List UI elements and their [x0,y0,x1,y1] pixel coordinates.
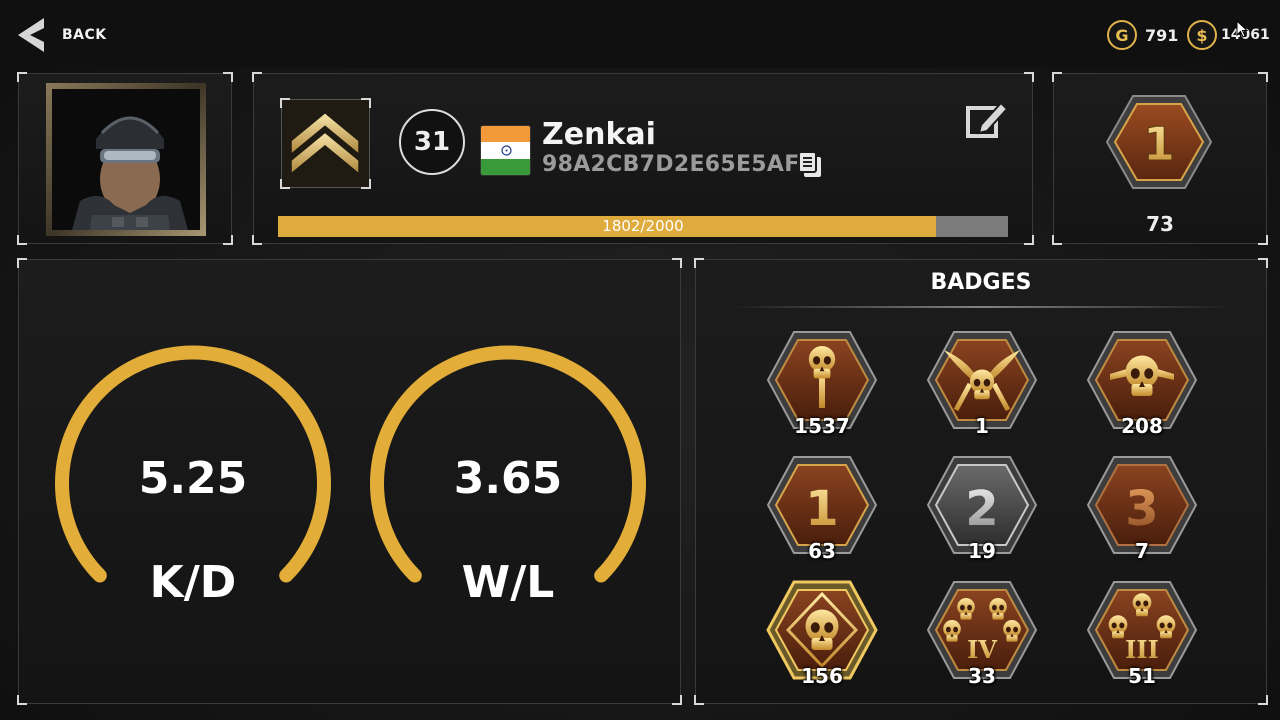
svg-text:1: 1 [1143,117,1175,171]
xp-progress-bar: 1802/2000 [278,216,1008,237]
badge-count: 19 [968,539,996,563]
badge-count: 51 [1128,664,1156,688]
india-flag-icon [480,125,531,176]
stats-panel: 5.25 K/D 3.65 W/L [17,258,682,705]
badge-count: 208 [1121,414,1163,438]
ashoka-chakra-icon [501,145,512,156]
badge-count: 1537 [794,414,850,438]
badge-rank-1[interactable]: 1 63 [762,455,882,575]
badge-count: 156 [801,664,843,688]
mouse-cursor-icon [1236,20,1248,38]
rank-insignia [280,98,371,189]
rank-1-badge-icon: 1 [1105,95,1213,189]
soldier-portrait-icon [52,89,200,230]
kd-label: K/D [149,557,237,608]
player-id: 98A2CB7D2E65E5AF [542,152,800,177]
badge-skull[interactable]: 1537 [762,330,882,450]
avatar[interactable] [46,83,206,236]
rank-count: 73 [1146,212,1174,236]
badges-panel: BADGES 1537 1 208 1 63 2 19 3 7 156 IV 3… [694,258,1268,705]
badge-count: 7 [1135,539,1149,563]
avatar-panel [17,72,233,245]
cash-currency: $ 14061 [1187,20,1270,50]
gold-amount: 791 [1145,25,1179,45]
badge-count: 1 [975,414,989,438]
badges-divider [732,306,1232,308]
svg-text:1: 1 [805,481,838,537]
svg-text:3: 3 [1125,481,1158,537]
copy-icon[interactable] [797,151,823,179]
badge-crossed-knives[interactable]: 1 [922,330,1042,450]
badge-four-skulls[interactable]: IV 33 [922,580,1042,700]
gold-currency: G 791 [1107,20,1178,50]
profile-panel: 31 Zenkai 98A2CB7D2E65E5AF 1802/2000 [252,72,1034,245]
sergeant-chevron-icon [291,113,359,173]
xp-progress-text: 1802/2000 [602,217,684,235]
cash-coin-icon: $ [1187,20,1217,50]
back-button[interactable]: BACK [16,18,107,52]
badge-count: 63 [808,539,836,563]
badges-title: BADGES [930,270,1032,295]
player-name: Zenkai [542,117,656,152]
back-label: BACK [62,27,107,43]
badge-count: 33 [968,664,996,688]
svg-text:IV: IV [967,635,997,664]
svg-text:III: III [1125,635,1159,664]
wl-value: 3.65 [453,453,563,504]
badge-rank-2[interactable]: 2 19 [922,455,1042,575]
rank-panel: 1 73 [1052,72,1268,245]
badge-three-skulls[interactable]: III 51 [1082,580,1202,700]
badge-crosshair-skull[interactable]: 156 [762,580,882,700]
back-arrow-icon [18,18,44,52]
player-level: 31 [399,109,465,175]
gold-coin-icon: G [1107,20,1137,50]
kd-value: 5.25 [138,453,248,504]
top-bar: BACK G 791 $ 14061 [0,0,1280,68]
edit-icon[interactable] [965,99,1009,141]
badge-rank-3[interactable]: 3 7 [1082,455,1202,575]
wl-label: W/L [461,557,555,608]
svg-text:2: 2 [965,481,998,537]
badge-winged-skull[interactable]: 208 [1082,330,1202,450]
